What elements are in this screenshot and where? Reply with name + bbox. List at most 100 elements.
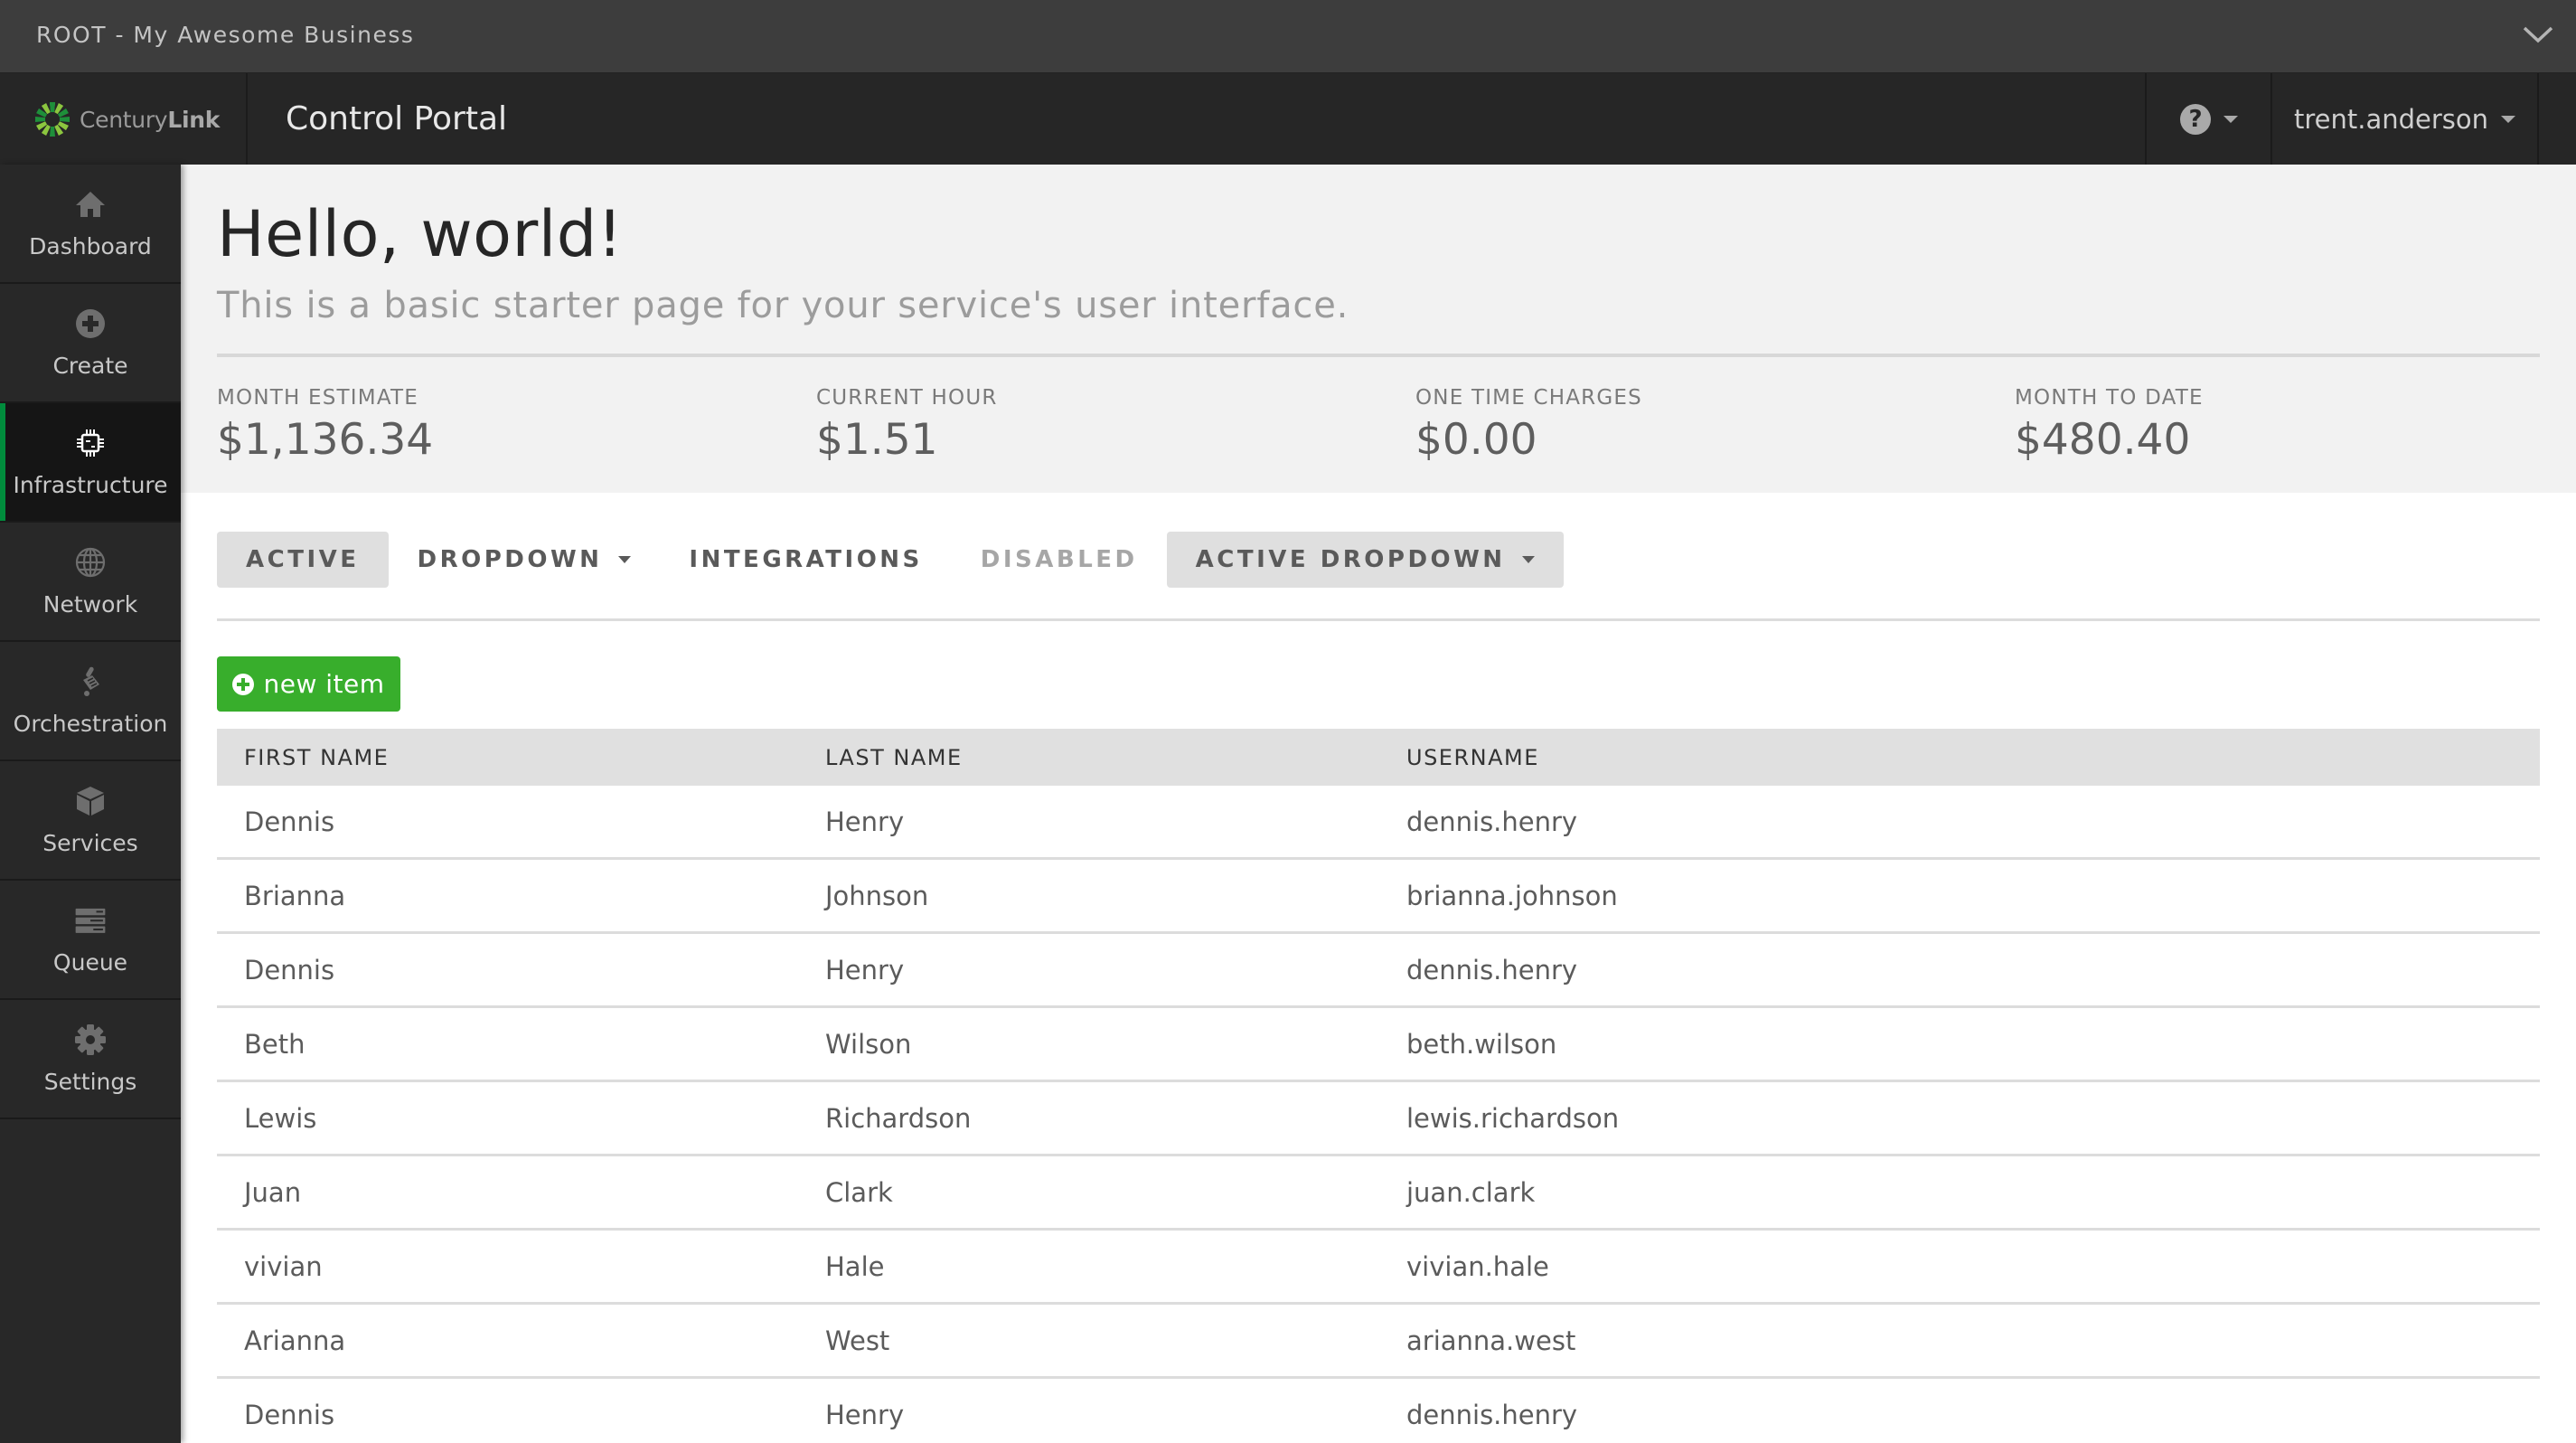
cell-last-name: Henry (825, 954, 905, 986)
orchestration-icon (74, 665, 107, 698)
stat-label: MONTH ESTIMATE (217, 386, 418, 410)
cell-first-name: Arianna (244, 1325, 346, 1356)
cell-username: dennis.henry (1406, 806, 1578, 837)
stat-value: $0.00 (1415, 415, 1537, 465)
caret-down-icon (2501, 116, 2516, 123)
sidebar-item-network[interactable]: Network (0, 523, 181, 642)
users-table: FIRST NAME LAST NAME USERNAME Dennis Henr… (217, 729, 2540, 1443)
account-name[interactable]: ROOT - My Awesome Business (36, 0, 414, 72)
column-header-username[interactable]: USERNAME (1406, 745, 1539, 770)
table-row[interactable]: Juan Clark juan.clark (217, 1156, 2540, 1231)
sidebar-item-orchestration[interactable]: Orchestration (0, 642, 181, 761)
page-title: Hello, world! (217, 197, 624, 271)
logo-text: CenturyLink (80, 107, 220, 133)
cell-last-name: Henry (825, 806, 905, 837)
help-menu-button[interactable]: ? (2148, 73, 2270, 165)
tab-dropdown[interactable]: DROPDOWN (389, 532, 661, 588)
table-row[interactable]: Beth Wilson beth.wilson (217, 1008, 2540, 1082)
column-header-first-name[interactable]: FIRST NAME (244, 745, 389, 770)
sidebar-item-label: Services (42, 829, 138, 856)
cell-last-name: West (825, 1325, 890, 1356)
gear-icon (74, 1023, 107, 1056)
stat-current-hour: CURRENT HOUR $1.51 (816, 386, 998, 465)
new-item-button[interactable]: new item (217, 656, 400, 712)
portal-title[interactable]: Control Portal (286, 73, 507, 165)
table-body: Dennis Henry dennis.henry Brianna Johnson bri… (217, 786, 2540, 1443)
stat-label: CURRENT HOUR (816, 386, 998, 410)
cell-first-name: Beth (244, 1028, 306, 1060)
sidebar-item-services[interactable]: Services (0, 761, 181, 881)
cell-username: dennis.henry (1406, 1399, 1578, 1430)
tab-label: ACTIVE (246, 546, 360, 573)
cell-first-name: Dennis (244, 1399, 335, 1430)
table-row[interactable]: Arianna West arianna.west (217, 1305, 2540, 1379)
stat-month-estimate: MONTH ESTIMATE $1,136.34 (217, 386, 433, 465)
sidebar-item-dashboard[interactable]: Dashboard (0, 165, 181, 284)
username: trent.anderson (2293, 104, 2489, 135)
cell-last-name: Johnson (825, 880, 929, 911)
server-stack-icon (74, 904, 107, 937)
column-header-last-name[interactable]: LAST NAME (825, 745, 963, 770)
sidebar-item-create[interactable]: Create (0, 284, 181, 403)
plus-circle-icon (74, 307, 107, 340)
cell-username: brianna.johnson (1406, 880, 1618, 911)
caret-down-icon (2223, 116, 2238, 123)
nav-divider (2537, 73, 2539, 165)
tab-active[interactable]: ACTIVE (217, 532, 389, 588)
chevron-down-icon[interactable] (2522, 24, 2554, 45)
sidebar-item-label: Orchestration (13, 710, 168, 737)
account-bar: ROOT - My Awesome Business (0, 0, 2576, 72)
table-row[interactable]: Brianna Johnson brianna.johnson (217, 860, 2540, 934)
tab-disabled: DISABLED (952, 532, 1167, 588)
tabs-divider (217, 618, 2540, 621)
sidebar-item-queue[interactable]: Queue (0, 881, 181, 1000)
sidebar-item-settings[interactable]: Settings (0, 1000, 181, 1119)
sidebar-item-label: Network (42, 590, 138, 618)
user-menu-button[interactable]: trent.anderson (2272, 73, 2537, 165)
cell-last-name: Wilson (825, 1028, 912, 1060)
home-icon (74, 188, 107, 221)
cell-last-name: Richardson (825, 1102, 972, 1134)
cell-first-name: Dennis (244, 954, 335, 986)
tab-label: INTEGRATIONS (689, 546, 923, 573)
cube-icon (74, 785, 107, 817)
help-icon: ? (2180, 104, 2211, 135)
cell-username: vivian.hale (1406, 1250, 1549, 1282)
stat-label: ONE TIME CHARGES (1415, 386, 1642, 410)
table-row[interactable]: Dennis Henry dennis.henry (217, 786, 2540, 860)
sidebar-item-infrastructure[interactable]: Infrastructure (0, 403, 181, 523)
sidebar-item-label: Queue (52, 948, 128, 976)
tab-label: DROPDOWN (417, 546, 603, 573)
stat-month-to-date: MONTH TO DATE $480.40 (2015, 386, 2204, 465)
cell-username: lewis.richardson (1406, 1102, 1620, 1134)
cell-last-name: Hale (825, 1250, 885, 1282)
cell-first-name: Juan (244, 1176, 302, 1208)
stat-value: $1,136.34 (217, 415, 434, 465)
caret-down-icon (1521, 556, 1535, 563)
sidebar-item-label: Settings (43, 1068, 137, 1095)
stat-label: MONTH TO DATE (2015, 386, 2204, 410)
page-subtitle: This is a basic starter page for your se… (217, 285, 1349, 326)
stat-one-time-charges: ONE TIME CHARGES $0.00 (1415, 386, 1642, 465)
cell-first-name: Lewis (244, 1102, 317, 1134)
globe-icon (74, 546, 107, 579)
caret-down-icon (618, 556, 632, 563)
cell-last-name: Clark (825, 1176, 893, 1208)
table-row[interactable]: Dennis Henry dennis.henry (217, 1379, 2540, 1443)
tab-integrations[interactable]: INTEGRATIONS (660, 532, 951, 588)
new-item-label: new item (263, 669, 385, 699)
header-divider (217, 354, 2540, 357)
cell-username: beth.wilson (1406, 1028, 1557, 1060)
table-row[interactable]: Dennis Henry dennis.henry (217, 934, 2540, 1008)
sidebar-item-label: Dashboard (29, 232, 152, 259)
cell-username: arianna.west (1406, 1325, 1576, 1356)
tab-active-dropdown[interactable]: ACTIVE DROPDOWN (1166, 532, 1564, 588)
cell-first-name: vivian (244, 1250, 323, 1282)
tab-label: ACTIVE DROPDOWN (1195, 546, 1506, 573)
stat-value: $1.51 (816, 415, 938, 465)
centurylink-logo[interactable]: CenturyLink (34, 73, 248, 165)
table-row[interactable]: Lewis Richardson lewis.richardson (217, 1082, 2540, 1156)
page-header: Hello, world! This is a basic starter pa… (181, 165, 2576, 493)
table-row[interactable]: vivian Hale vivian.hale (217, 1231, 2540, 1305)
table-header: FIRST NAME LAST NAME USERNAME (217, 729, 2540, 786)
